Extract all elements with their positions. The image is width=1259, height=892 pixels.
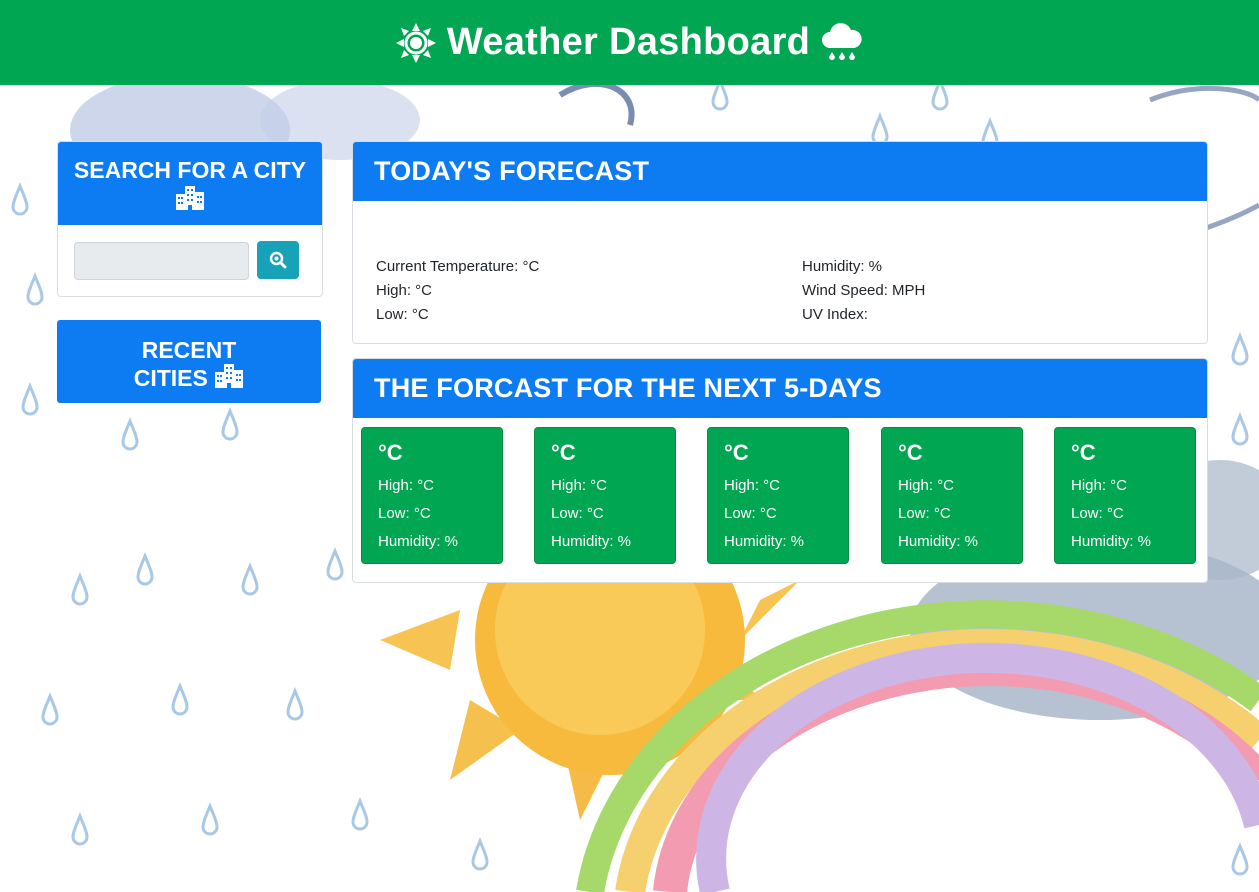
todays-forecast-heading: TODAY'S FORECAST — [374, 156, 650, 186]
day-low: Low: °C — [378, 505, 431, 522]
todays-forecast-header: TODAY'S FORECAST — [353, 142, 1207, 201]
current-temperature: Current Temperature: °C — [376, 258, 540, 275]
day-humidity: Humidity: % — [898, 533, 979, 550]
day-low: Low: °C — [898, 505, 951, 522]
today-high: High: °C — [376, 282, 433, 299]
today-left-column: Current Temperature: °C High: °C Low: °C — [376, 255, 539, 327]
five-day-forecast-card: THE FORCAST FOR THE NEXT 5-DAYS °C High:… — [352, 358, 1208, 583]
day-low: Low: °C — [1071, 505, 1124, 522]
app-title: Weather Dashboard — [446, 21, 811, 63]
day-low: Low: °C — [551, 505, 604, 522]
recent-line2: CITIES — [133, 365, 208, 391]
day-temperature: °C — [1071, 440, 1096, 465]
recent-cities-heading: RECENT CITIES — [57, 320, 321, 392]
day-temperature: °C — [898, 440, 923, 465]
today-wind-speed: Wind Speed: MPH — [802, 282, 926, 299]
today-humidity: Humidity: % — [802, 258, 883, 275]
day-humidity: Humidity: % — [551, 533, 632, 550]
five-day-heading: THE FORCAST FOR THE NEXT 5-DAYS — [374, 373, 882, 403]
today-low: Low: °C — [376, 306, 429, 323]
forecast-day-card: °C High: °C Low: °C Humidity: % — [361, 427, 503, 564]
day-temperature: °C — [551, 440, 576, 465]
search-card: SEARCH FOR A CITY — [57, 141, 323, 297]
forecast-day-card: °C High: °C Low: °C Humidity: % — [881, 427, 1023, 564]
search-card-header: SEARCH FOR A CITY — [58, 142, 322, 225]
five-day-header: THE FORCAST FOR THE NEXT 5-DAYS — [353, 359, 1207, 418]
day-temperature: °C — [378, 440, 403, 465]
city-search-input[interactable] — [74, 242, 249, 280]
day-high: High: °C — [378, 477, 435, 494]
recent-line1: RECENT — [141, 337, 237, 363]
app-header: Weather Dashboard — [0, 0, 1259, 85]
day-high: High: °C — [898, 477, 955, 494]
day-high: High: °C — [1071, 477, 1128, 494]
forecast-day-card: °C High: °C Low: °C Humidity: % — [1054, 427, 1196, 564]
day-humidity: Humidity: % — [1071, 533, 1152, 550]
today-uv-index: UV Index: — [802, 306, 868, 323]
todays-forecast-card: TODAY'S FORECAST Current Temperature: °C… — [352, 141, 1208, 344]
forecast-day-card: °C High: °C Low: °C Humidity: % — [534, 427, 676, 564]
search-button[interactable] — [257, 241, 299, 279]
day-humidity: Humidity: % — [378, 533, 459, 550]
day-temperature: °C — [724, 440, 749, 465]
search-icon — [269, 251, 287, 269]
day-high: High: °C — [724, 477, 781, 494]
day-low: Low: °C — [724, 505, 777, 522]
sun-icon — [395, 22, 436, 63]
today-right-column: Humidity: % Wind Speed: MPH UV Index: — [802, 255, 925, 327]
day-high: High: °C — [551, 477, 608, 494]
recent-cities-panel: RECENT CITIES — [57, 320, 321, 403]
city-icon — [176, 186, 204, 210]
search-row — [74, 241, 306, 281]
forecast-day-card: °C High: °C Low: °C Humidity: % — [707, 427, 849, 564]
rain-cloud-icon — [822, 22, 862, 60]
search-heading: SEARCH FOR A CITY — [73, 157, 307, 183]
day-humidity: Humidity: % — [724, 533, 805, 550]
city-icon — [215, 364, 244, 388]
